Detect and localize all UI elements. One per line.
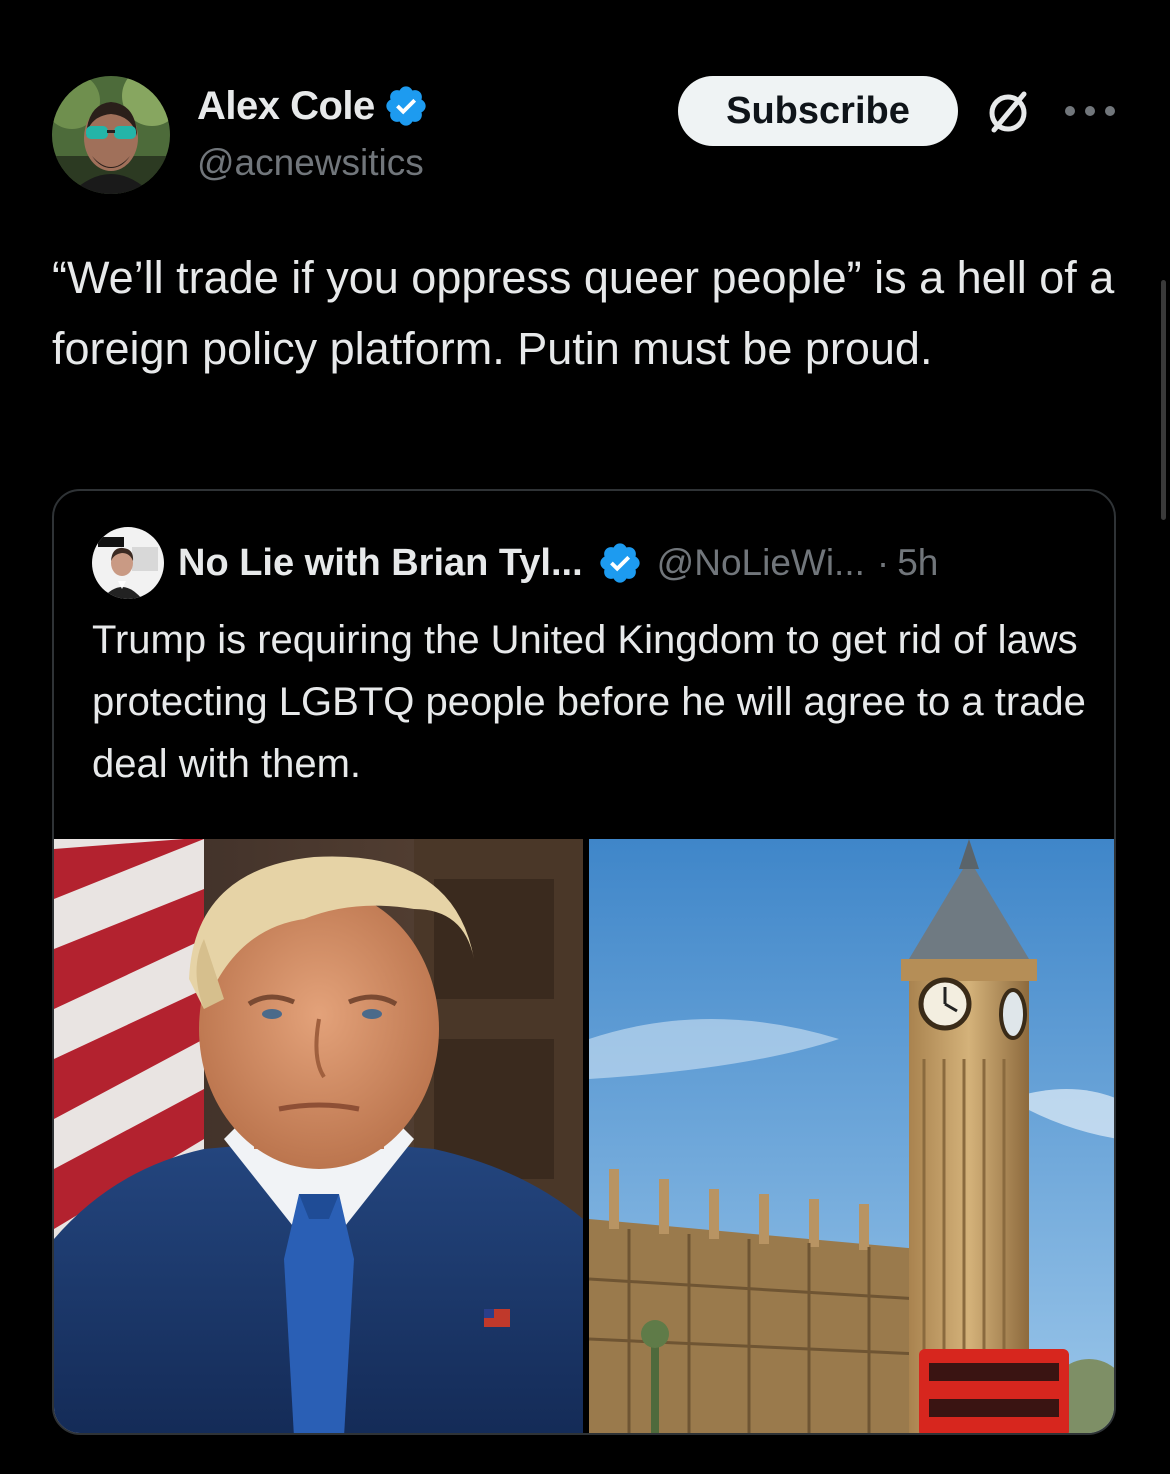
post-header: Alex Cole @acnewsitics Subscribe — [52, 76, 1132, 196]
quoted-post-header: No Lie with Brian Tyl... @NoLieWi... · 5… — [92, 527, 938, 599]
verified-badge-icon[interactable] — [383, 83, 429, 129]
author-block: Alex Cole @acnewsitics — [197, 80, 429, 184]
author-avatar[interactable] — [52, 76, 170, 194]
author-name-row: Alex Cole — [197, 80, 429, 132]
author-name[interactable]: Alex Cole — [197, 84, 375, 129]
grok-icon[interactable] — [982, 86, 1034, 138]
quoted-author-name[interactable]: No Lie with Brian Tyl... — [178, 542, 583, 585]
quoted-post-text: Trump is requiring the United Kingdom to… — [92, 618, 1086, 786]
more-options-icon[interactable] — [1062, 98, 1118, 124]
post-text: “We’ll trade if you oppress queer people… — [52, 252, 1127, 374]
quoted-author-avatar[interactable] — [92, 527, 164, 599]
quoted-author-handle[interactable]: @NoLieWi... — [657, 542, 865, 584]
separator-dot: · — [876, 542, 890, 583]
quoted-post-card[interactable]: No Lie with Brian Tyl... @NoLieWi... · 5… — [52, 489, 1116, 1435]
quoted-verified-badge-icon[interactable] — [597, 540, 643, 586]
author-handle[interactable]: @acnewsitics — [197, 142, 429, 184]
subscribe-button[interactable]: Subscribe — [678, 76, 958, 146]
quoted-post-time[interactable]: 5h — [897, 542, 938, 584]
media-grid — [54, 839, 1114, 1433]
media-photo-portrait[interactable] — [54, 839, 583, 1433]
media-photo-big-ben[interactable] — [589, 839, 1114, 1433]
scrollbar-thumb[interactable] — [1161, 280, 1166, 520]
